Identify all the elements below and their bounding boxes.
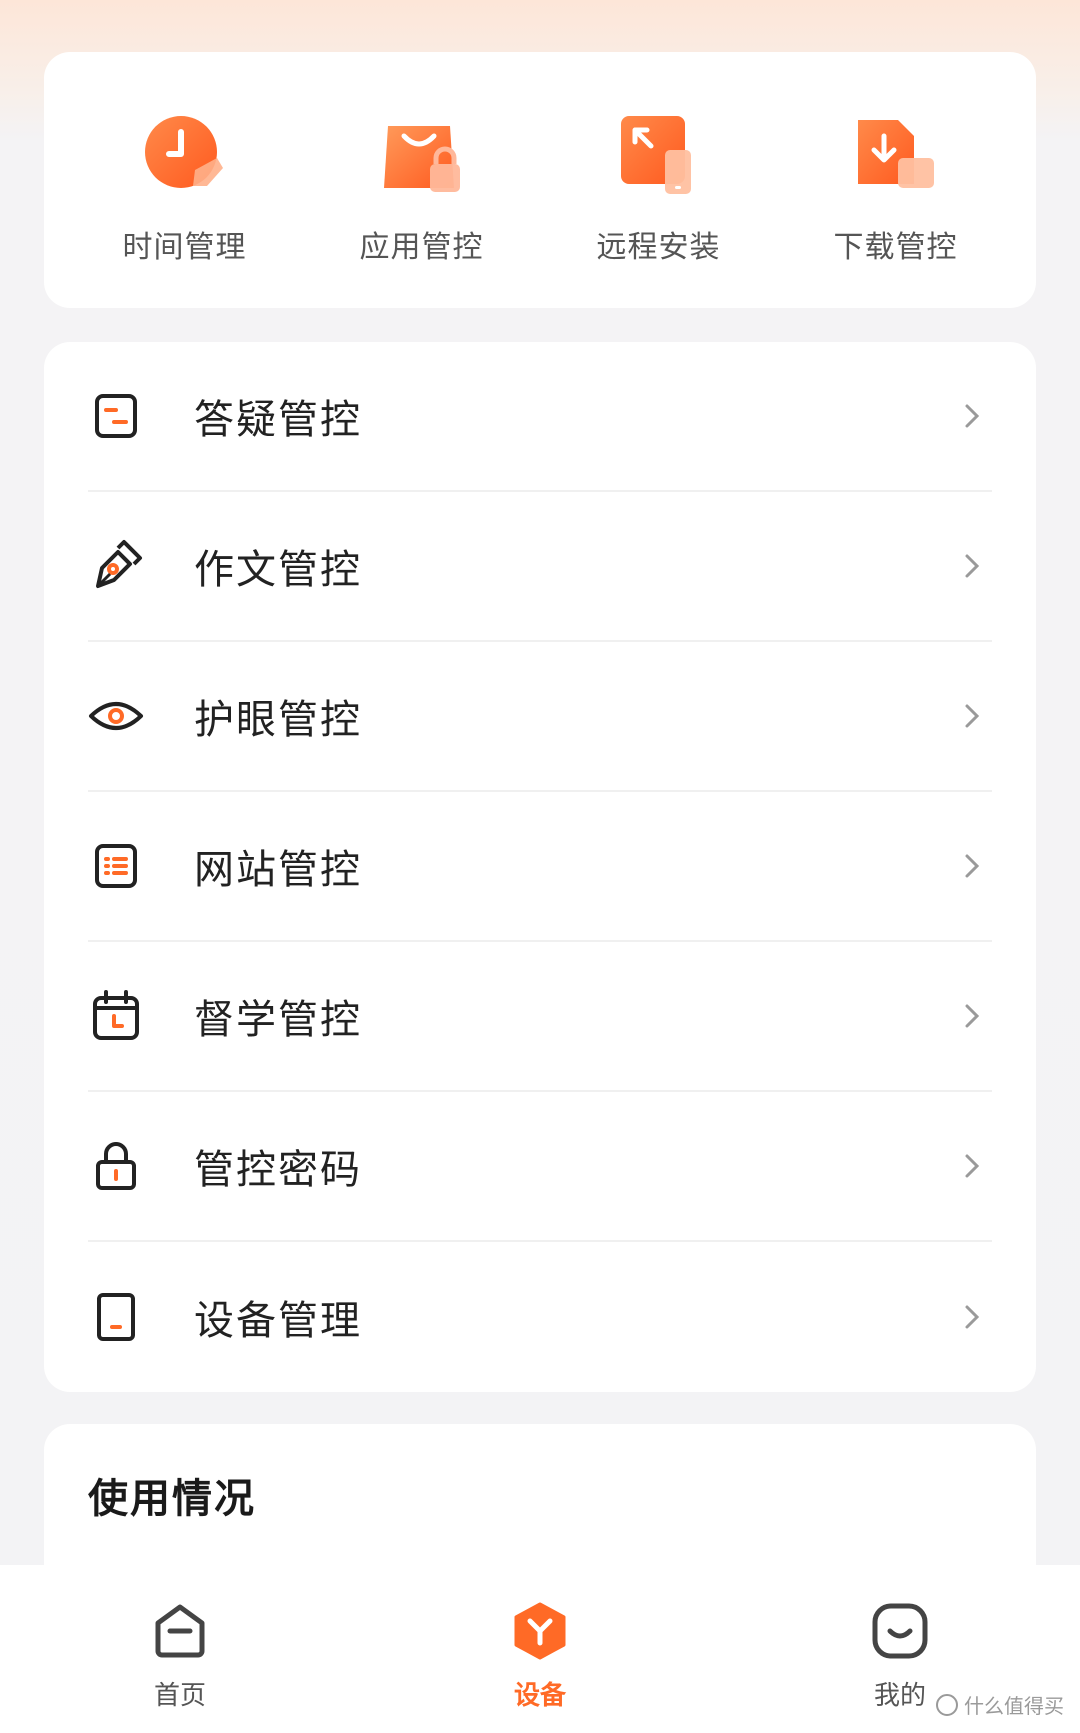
menu-item-study-supervision[interactable]: 督学管控 <box>88 942 992 1092</box>
menu-item-label: 答疑管控 <box>194 397 362 443</box>
device-control-page: 时间管理 应用管控 远程安装 下载管控 答疑管控 作文管控 护眼管控 网站管控 … <box>0 0 1080 1733</box>
eye-icon <box>89 702 143 730</box>
chevron-right-icon <box>965 1305 980 1329</box>
quick-action-app-control[interactable]: 应用管控 <box>312 52 532 266</box>
chevron-right-icon <box>965 1004 980 1028</box>
chevron-right-icon <box>965 554 980 578</box>
quick-action-time-management[interactable]: 时间管理 <box>75 52 295 266</box>
tab-label: 我的 <box>873 1681 926 1711</box>
quick-action-label: 时间管理 <box>122 230 247 265</box>
lock-icon <box>96 1142 136 1190</box>
watermark-text: 什么值得买 <box>964 1694 1064 1718</box>
download-control-icon <box>857 120 934 188</box>
chevron-right-icon <box>965 704 980 728</box>
quick-action-remote-install[interactable]: 远程安装 <box>549 52 769 266</box>
chevron-right-icon <box>965 854 980 878</box>
tab-home[interactable]: 首页 <box>110 1565 250 1733</box>
menu-item-qa-control[interactable]: 答疑管控 <box>88 342 992 492</box>
control-menu-list: 答疑管控 作文管控 护眼管控 网站管控 督学管控 管控密码 设备管理 <box>44 342 1036 1392</box>
menu-item-label: 护眼管控 <box>194 697 362 743</box>
menu-item-label: 管控密码 <box>194 1147 362 1193</box>
quick-action-label: 下载管控 <box>833 230 958 265</box>
clock-icon <box>144 116 223 188</box>
usage-title: 使用情况 <box>88 1476 256 1522</box>
shopping-bag-lock-icon <box>383 126 460 192</box>
menu-item-device-management[interactable]: 设备管理 <box>88 1242 992 1392</box>
menu-item-label: 设备管理 <box>194 1298 362 1344</box>
tablet-icon <box>97 1293 135 1341</box>
menu-item-essay-control[interactable]: 作文管控 <box>88 492 992 642</box>
quick-action-label: 应用管控 <box>359 230 484 265</box>
menu-item-control-password[interactable]: 管控密码 <box>88 1092 992 1242</box>
pen-nib-icon <box>96 540 142 588</box>
quick-actions-card: 时间管理 应用管控 远程安装 下载管控 <box>44 52 1036 308</box>
menu-item-eye-control[interactable]: 护眼管控 <box>88 642 992 792</box>
menu-item-label: 网站管控 <box>194 847 362 893</box>
menu-item-label: 作文管控 <box>194 547 362 593</box>
profile-face-icon <box>872 1603 928 1659</box>
quick-action-label: 远程安装 <box>596 230 721 265</box>
calendar-clock-icon <box>93 990 139 1040</box>
tab-device[interactable]: 设备 <box>470 1565 610 1733</box>
menu-item-website-control[interactable]: 网站管控 <box>88 792 992 942</box>
remote-install-icon <box>620 116 691 194</box>
tab-label: 首页 <box>153 1681 206 1711</box>
device-hex-icon <box>514 1602 566 1660</box>
qa-icon <box>95 394 137 438</box>
chevron-right-icon <box>965 1154 980 1178</box>
bottom-tab-bar: 首页 设备 我的 <box>0 1565 1080 1733</box>
watermark-logo-icon <box>936 1693 958 1716</box>
home-icon <box>155 1604 205 1658</box>
website-list-icon <box>95 844 137 888</box>
watermark: 什么值得买 <box>936 1690 1064 1719</box>
quick-action-download-control[interactable]: 下载管控 <box>786 52 1006 266</box>
menu-item-label: 督学管控 <box>194 997 362 1043</box>
chevron-right-icon <box>965 404 980 428</box>
tab-label: 设备 <box>513 1681 566 1711</box>
